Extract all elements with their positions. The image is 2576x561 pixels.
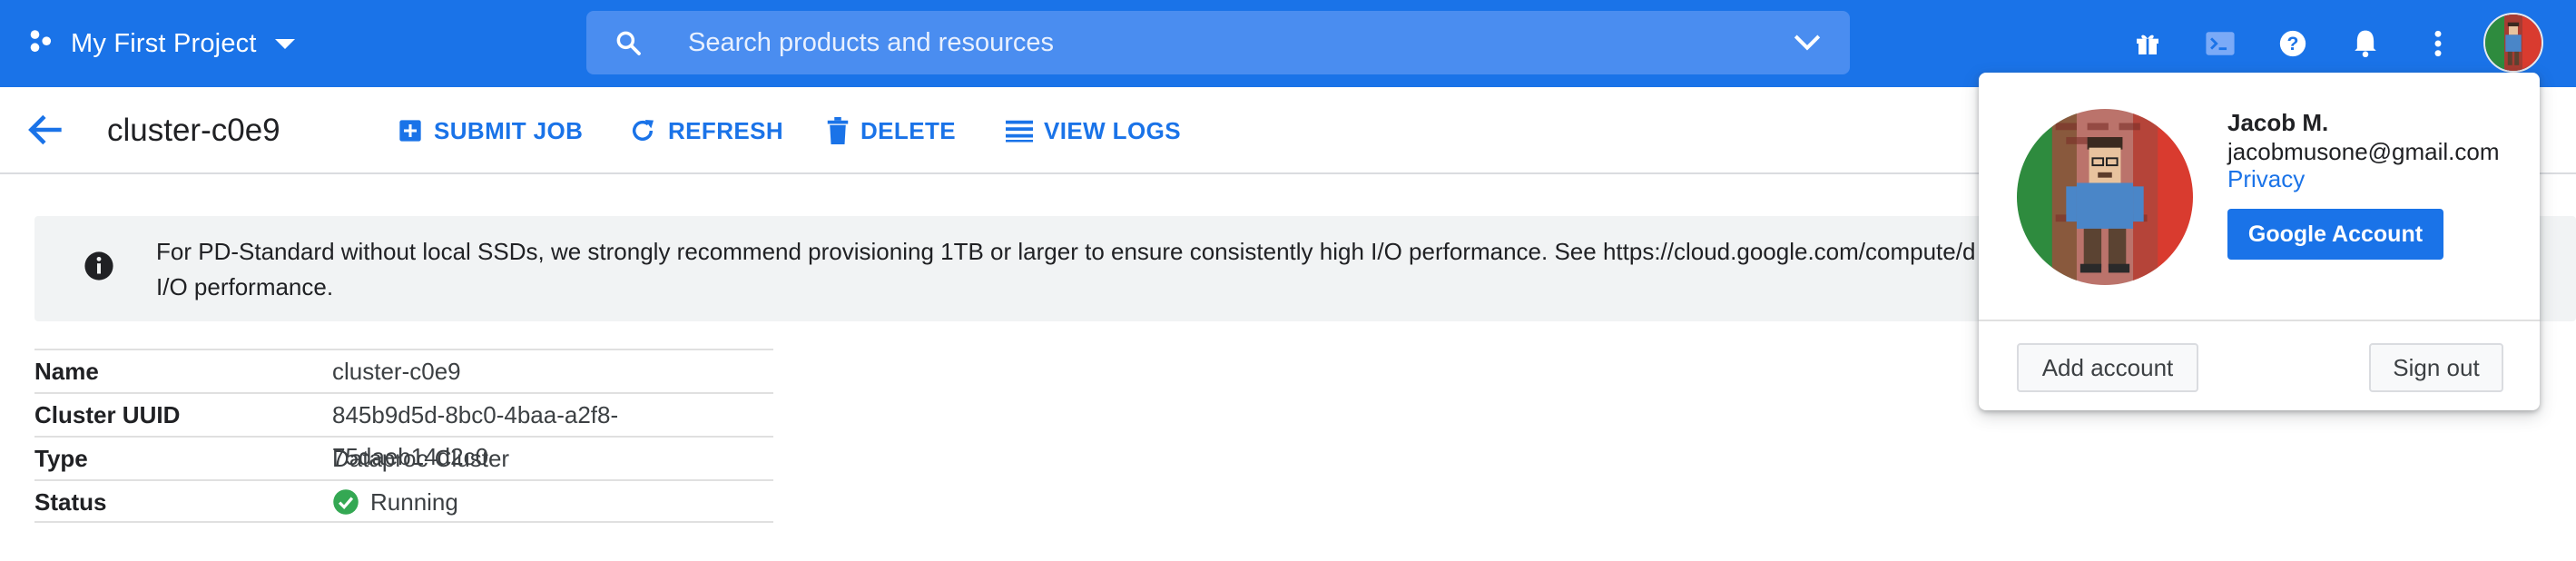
- account-avatar-large: [2017, 109, 2193, 285]
- delete-button[interactable]: DELETE: [826, 109, 956, 153]
- cloud-shell-icon[interactable]: [2202, 25, 2238, 62]
- caret-down-icon: [274, 38, 295, 49]
- check-circle-icon: [333, 489, 359, 515]
- google-account-button[interactable]: Google Account: [2227, 209, 2443, 260]
- gift-icon[interactable]: [2129, 25, 2166, 62]
- cluster-type-value: Dataproc Cluster: [332, 445, 510, 472]
- cluster-name-value: cluster-c0e9: [332, 358, 461, 385]
- avatar-image: [2017, 109, 2193, 285]
- row-label: Cluster UUID: [34, 401, 181, 428]
- view-logs-button[interactable]: VIEW LOGS: [1006, 109, 1181, 153]
- row-label: Name: [34, 358, 99, 385]
- project-hexagon-icon: [30, 30, 52, 53]
- row-value: Dataproc Cluster: [332, 438, 509, 479]
- add-account-button[interactable]: Add account: [2017, 343, 2198, 392]
- privacy-link[interactable]: Privacy: [2227, 165, 2305, 193]
- table-row: Status Running: [34, 479, 773, 523]
- search-bar[interactable]: Search products and resources: [586, 11, 1850, 74]
- project-name: My First Project: [71, 28, 257, 58]
- help-icon[interactable]: ?: [2275, 25, 2311, 62]
- project-selector[interactable]: My First Project: [27, 22, 295, 65]
- search-input[interactable]: Search products and resources: [688, 11, 1054, 74]
- back-arrow-icon[interactable]: [24, 107, 69, 153]
- add-box-icon: [399, 120, 421, 142]
- sign-out-button[interactable]: Sign out: [2369, 343, 2503, 392]
- table-row: Type Dataproc Cluster: [34, 436, 773, 479]
- account-email: jacobmusone@gmail.com: [2227, 138, 2500, 165]
- view-logs-label: VIEW LOGS: [1044, 116, 1181, 144]
- account-name: Jacob M.: [2227, 109, 2329, 136]
- status-value: Running: [370, 488, 458, 516]
- page-title: cluster-c0e9: [107, 113, 280, 148]
- search-icon: [616, 31, 641, 55]
- svg-text:?: ?: [2287, 33, 2299, 54]
- delete-label: DELETE: [860, 116, 956, 144]
- refresh-icon: [632, 120, 654, 141]
- list-icon: [1006, 120, 1033, 143]
- refresh-button[interactable]: REFRESH: [628, 109, 783, 153]
- row-label: Type: [34, 445, 88, 472]
- more-vert-icon[interactable]: [2420, 25, 2456, 62]
- submit-job-button[interactable]: SUBMIT JOB: [398, 109, 583, 153]
- cluster-details-table: Name cluster-c0e9 Cluster UUID 845b9d5d-…: [34, 349, 773, 523]
- notifications-icon[interactable]: [2347, 25, 2384, 62]
- divider: [1979, 320, 2540, 321]
- submit-job-label: SUBMIT JOB: [434, 116, 584, 144]
- table-row: Name cluster-c0e9: [34, 349, 773, 392]
- row-value: Running: [332, 481, 458, 523]
- table-row: Cluster UUID 845b9d5d-8bc0-4baa-a2f8-75d…: [34, 392, 773, 470]
- info-icon: [84, 251, 113, 280]
- chevron-down-icon[interactable]: [1792, 31, 1823, 54]
- row-value: cluster-c0e9: [332, 350, 461, 392]
- row-label: Status: [34, 488, 107, 516]
- avatar-image: [2485, 15, 2542, 71]
- account-popup: Jacob M. jacobmusone@gmail.com Privacy G…: [1979, 73, 2540, 410]
- refresh-label: REFRESH: [668, 116, 784, 144]
- account-avatar-button[interactable]: [2483, 13, 2543, 73]
- trash-icon: [827, 117, 849, 144]
